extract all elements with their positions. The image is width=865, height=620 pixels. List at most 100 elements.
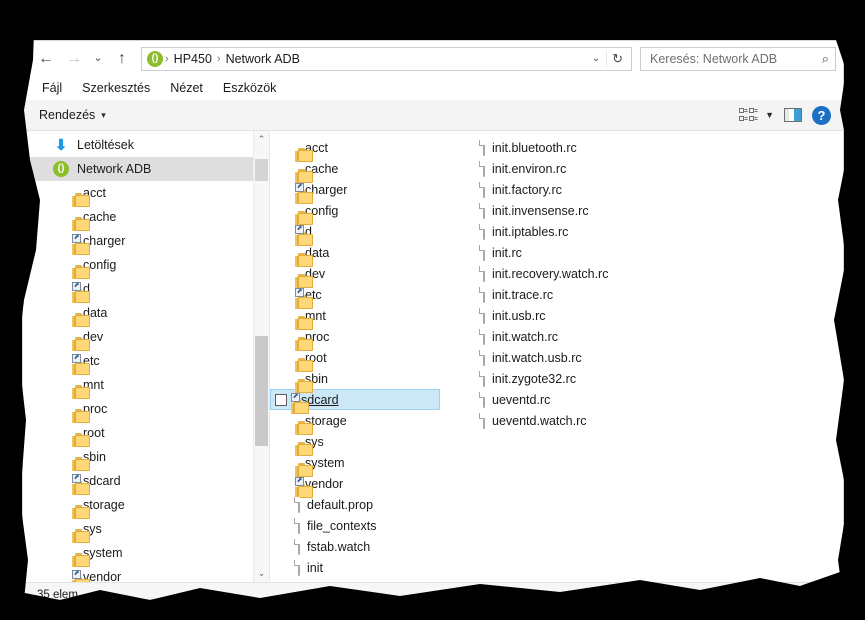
window-titlebar: () HP450\Network ADB bbox=[22, 14, 171, 36]
list-item[interactable]: init.recovery.watch.rc bbox=[469, 263, 729, 284]
sidebar-item-charger[interactable]: charger bbox=[23, 229, 269, 255]
command-bar: Rendezés ▾ ▼ ? bbox=[23, 100, 843, 131]
change-view-button[interactable]: ▼ bbox=[739, 107, 774, 123]
sidebar-item-d[interactable]: d bbox=[23, 277, 269, 303]
sidebar-item-etc[interactable]: etc bbox=[23, 349, 269, 375]
file-list-column-2: init.bluetooth.rc init.environ.rc init.fac… bbox=[469, 137, 729, 431]
list-item-label: init.recovery.watch.rc bbox=[492, 266, 609, 281]
list-item[interactable]: sdcard bbox=[270, 389, 440, 414]
sidebar-item-dev[interactable]: dev bbox=[23, 325, 269, 351]
menu-item-eszkozok[interactable]: Eszközök bbox=[214, 79, 286, 97]
list-item[interactable]: init.watch.usb.rc bbox=[469, 347, 729, 368]
file-icon bbox=[483, 265, 485, 282]
sidebar-item-vendor[interactable]: vendor bbox=[23, 565, 269, 582]
list-item[interactable]: init.bluetooth.rc bbox=[469, 137, 729, 158]
sidebar-item-data[interactable]: data bbox=[23, 301, 269, 327]
sidebar-item-config[interactable]: config bbox=[23, 253, 269, 279]
list-item-label: init.invensense.rc bbox=[492, 203, 589, 218]
back-button[interactable]: ← bbox=[33, 46, 59, 72]
sidebar-item-sys[interactable]: sys bbox=[23, 517, 269, 543]
menu-item-szerkesztes[interactable]: Szerkesztés bbox=[73, 79, 159, 97]
search-placeholder: Keresés: Network ADB bbox=[650, 51, 778, 66]
scrollbar-secondary-mark bbox=[255, 159, 268, 181]
list-item[interactable]: init.watch.rc bbox=[469, 326, 729, 347]
sidebar-item-root[interactable]: root bbox=[23, 421, 269, 447]
list-item-label: file_contexts bbox=[307, 518, 377, 533]
menu-item-fajl[interactable]: Fájl bbox=[33, 79, 71, 97]
file-icon bbox=[483, 244, 485, 261]
shortcut-overlay-icon bbox=[72, 234, 81, 243]
recent-locations-button[interactable]: ⌄ bbox=[89, 46, 107, 72]
sidebar-item-network-adb[interactable]: () Network ADB bbox=[23, 157, 269, 181]
scroll-down-button[interactable]: ⌄ bbox=[254, 565, 269, 582]
list-item[interactable]: file_contexts bbox=[284, 515, 469, 536]
file-icon bbox=[483, 391, 485, 408]
list-item-label: init.factory.rc bbox=[492, 182, 562, 197]
large-icons-view-icon[interactable] bbox=[818, 587, 835, 599]
list-item[interactable]: init.zygote32.rc bbox=[469, 368, 729, 389]
list-item-label: init.rc bbox=[492, 245, 522, 260]
item-count-label: 35 elem bbox=[37, 589, 78, 600]
list-item[interactable]: init bbox=[284, 557, 469, 578]
list-item-label: init bbox=[307, 560, 323, 575]
refresh-icon[interactable]: ↻ bbox=[606, 50, 628, 67]
breadcrumb-item-network-adb[interactable]: Network ADB bbox=[223, 52, 303, 66]
menu-item-nezet[interactable]: Nézet bbox=[161, 79, 212, 97]
up-button[interactable]: ↑ bbox=[109, 46, 135, 72]
sidebar-item-sdcard[interactable]: sdcard bbox=[23, 469, 269, 495]
sidebar-item-proc[interactable]: proc bbox=[23, 397, 269, 423]
list-item[interactable]: ueventd.rc bbox=[469, 389, 729, 410]
sidebar-item-let-lt-sek[interactable]: ⬇ Letöltések bbox=[23, 133, 269, 157]
list-item-label: init.iptables.rc bbox=[492, 224, 569, 239]
file-icon bbox=[483, 370, 485, 387]
shortcut-overlay-icon bbox=[291, 392, 300, 402]
file-list-column-1: acctcachechargerconfigddatadevetcmntproc… bbox=[270, 137, 469, 578]
scrollbar-thumb[interactable] bbox=[255, 336, 268, 446]
sidebar-item-sbin[interactable]: sbin bbox=[23, 445, 269, 471]
sidebar-item-cache[interactable]: cache bbox=[23, 205, 269, 231]
list-item[interactable]: init.rc bbox=[469, 242, 729, 263]
folder-tree: ⬇ Letöltések () Network ADB acctcachecharger… bbox=[23, 131, 269, 582]
organize-label: Rendezés bbox=[39, 108, 96, 122]
status-bar: 35 elem bbox=[23, 582, 843, 600]
item-checkbox[interactable] bbox=[275, 393, 287, 406]
sidebar-item-mnt[interactable]: mnt bbox=[23, 373, 269, 399]
view-toggle-group bbox=[793, 587, 835, 599]
sidebar-item-acct[interactable]: acct bbox=[23, 181, 269, 207]
search-input[interactable]: Keresés: Network ADB ⌕ bbox=[640, 46, 836, 71]
forward-button[interactable]: → bbox=[61, 46, 87, 72]
list-item[interactable]: storage bbox=[284, 410, 469, 435]
sidebar-item-storage[interactable]: storage bbox=[23, 493, 269, 519]
preview-pane-icon[interactable] bbox=[784, 108, 802, 122]
chevron-down-icon[interactable]: ⌄ bbox=[586, 53, 606, 64]
shortcut-overlay-icon bbox=[295, 476, 304, 486]
file-list-pane[interactable]: acctcachechargerconfigddatadevetcmntproc… bbox=[270, 131, 843, 582]
list-item[interactable]: init.trace.rc bbox=[469, 284, 729, 305]
list-item[interactable]: fstab.watch bbox=[284, 536, 469, 557]
help-button[interactable]: ? bbox=[812, 105, 831, 125]
list-item-label: init.bluetooth.rc bbox=[492, 140, 577, 155]
list-item[interactable]: init.factory.rc bbox=[469, 179, 729, 200]
details-view-icon[interactable] bbox=[793, 588, 810, 599]
scroll-up-button[interactable]: ⌃ bbox=[254, 131, 269, 148]
list-item[interactable]: init.iptables.rc bbox=[469, 221, 729, 242]
list-item[interactable]: init.invensense.rc bbox=[469, 200, 729, 221]
window-body: ⬇Letöltések()Network ADBacctcachecharger… bbox=[23, 131, 843, 582]
menu-bar: Fájl Szerkesztés Nézet Eszközök bbox=[23, 76, 843, 100]
list-item[interactable]: acct bbox=[284, 137, 469, 162]
file-icon bbox=[483, 286, 485, 303]
list-item[interactable]: init.usb.rc bbox=[469, 305, 729, 326]
breadcrumb-item-hp450[interactable]: HP450 bbox=[171, 52, 215, 66]
chevron-down-icon: ▼ bbox=[765, 110, 774, 120]
list-item-label: fstab.watch bbox=[307, 539, 371, 554]
list-item[interactable]: init.environ.rc bbox=[469, 158, 729, 179]
shortcut-overlay-icon bbox=[295, 182, 304, 192]
adb-device-icon: () bbox=[22, 16, 40, 34]
file-icon bbox=[483, 328, 485, 345]
organize-button[interactable]: Rendezés ▾ bbox=[39, 108, 106, 122]
address-bar[interactable]: () › HP450 › Network ADB ⌄ ↻ bbox=[141, 46, 632, 71]
navigation-pane-scrollbar[interactable]: ⌃ ⌄ bbox=[253, 131, 269, 582]
list-item[interactable]: ueventd.watch.rc bbox=[469, 410, 729, 431]
list-item-label: init.usb.rc bbox=[492, 308, 546, 323]
sidebar-item-system[interactable]: system bbox=[23, 541, 269, 567]
